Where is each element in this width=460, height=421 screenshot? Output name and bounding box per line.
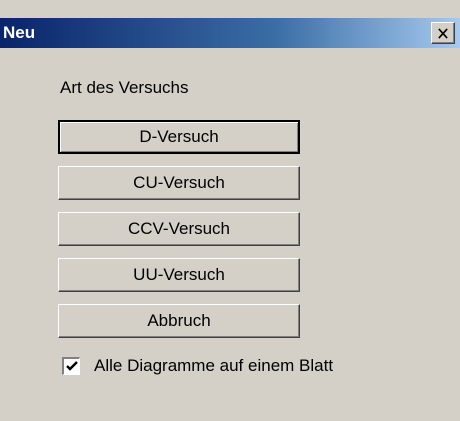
single-sheet-option[interactable]: Alle Diagramme auf einem Blatt <box>62 356 333 376</box>
close-icon <box>438 27 448 39</box>
title-bar: Neu <box>0 18 460 48</box>
cancel-button[interactable]: Abbruch <box>58 304 300 338</box>
single-sheet-checkbox[interactable] <box>62 357 80 375</box>
new-dialog: Neu Art des Versuchs D-Versuch CU-Versuc… <box>0 0 460 421</box>
checkmark-icon <box>65 361 78 371</box>
uu-test-button[interactable]: UU-Versuch <box>58 258 300 292</box>
single-sheet-label: Alle Diagramme auf einem Blatt <box>94 356 334 375</box>
close-button[interactable] <box>431 22 455 44</box>
d-test-button[interactable]: D-Versuch <box>58 120 300 154</box>
cu-test-button[interactable]: CU-Versuch <box>58 166 300 200</box>
test-type-label: Art des Versuchs <box>60 78 189 97</box>
window-title: Neu <box>3 23 36 42</box>
ccv-test-button[interactable]: CCV-Versuch <box>58 212 300 246</box>
